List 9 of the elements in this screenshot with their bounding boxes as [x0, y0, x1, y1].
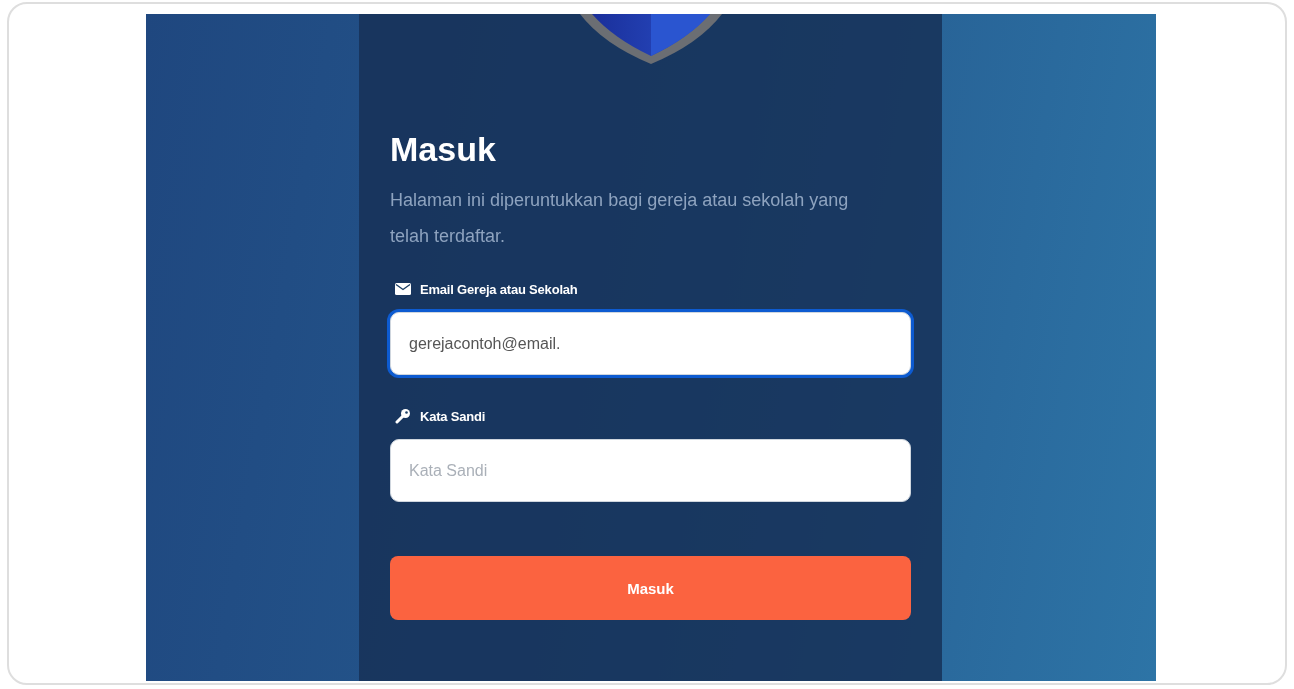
field-label: Email Gereja atau Sekolah: [420, 281, 578, 297]
shield-logo-icon: [577, 14, 724, 66]
description-text: Halaman ini diperuntukkan bagi gereja atau sekolah yang telah terdaftar.: [390, 189, 850, 248]
login-heading: Masuk: [390, 129, 497, 170]
field-label: Kata Sandi: [420, 408, 486, 424]
input-field[interactable]: gerejacontoh@email.: [390, 312, 911, 375]
envelope-icon: [395, 283, 411, 295]
input-field[interactable]: Kata Sandi: [390, 439, 911, 502]
key-icon: [395, 408, 411, 424]
